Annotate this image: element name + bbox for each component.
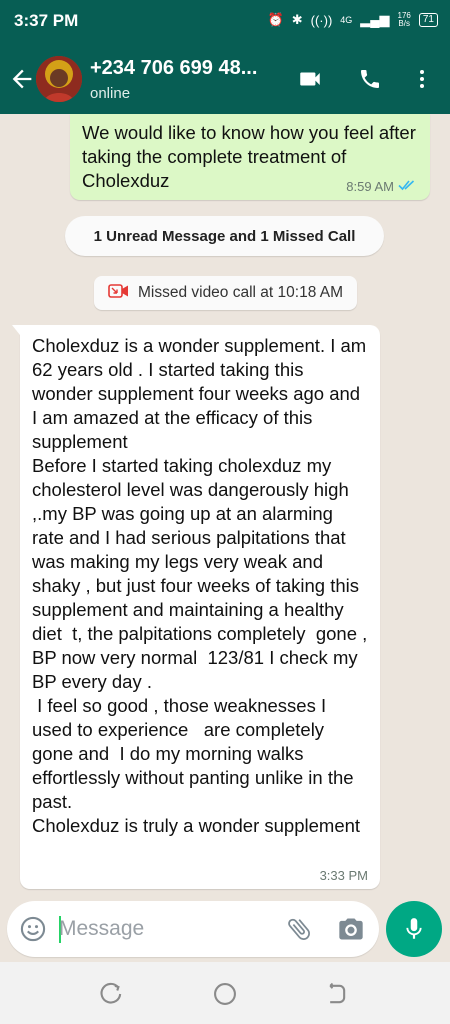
phone-icon[interactable] (356, 65, 384, 93)
incoming-message-time: 3:33 PM (319, 868, 368, 883)
contact-avatar[interactable] (36, 56, 82, 102)
microphone-icon[interactable] (386, 901, 442, 957)
missed-video-call-icon (108, 283, 130, 304)
missed-call-notice[interactable]: Missed video call at 10:18 AM (94, 276, 357, 310)
network-speed: 176 B/s (397, 11, 411, 28)
message-input[interactable] (59, 913, 259, 945)
hotspot-icon: ((·)) (310, 12, 333, 28)
contact-status: online (90, 85, 131, 102)
message-composer (7, 901, 379, 957)
outgoing-message-time: 8:59 AM (346, 179, 394, 194)
chat-area[interactable]: We would like to know how you feel after… (0, 114, 450, 899)
outgoing-message[interactable]: We would like to know how you feel after… (70, 114, 430, 200)
chat-header: +234 706 699 48... online (0, 44, 450, 114)
read-ticks-icon (398, 179, 418, 194)
battery-icon: 71 (418, 13, 438, 27)
camera-icon[interactable] (337, 915, 365, 943)
back-arrow-icon[interactable] (8, 65, 36, 93)
recent-apps-icon[interactable] (98, 980, 126, 1008)
emoji-icon[interactable] (19, 915, 47, 943)
incoming-message-meta: 3:33 PM (320, 868, 368, 883)
bluetooth-icon: ✱ (291, 12, 303, 27)
status-icons: ⏰ ✱ ((·)) 4G ▂▄▆ 176 B/s 71 (268, 12, 438, 28)
network-type: 4G (340, 15, 353, 25)
missed-call-text: Missed video call at 10:18 AM (137, 284, 344, 301)
outgoing-message-meta: 8:59 AM (346, 179, 418, 194)
home-icon[interactable] (211, 980, 239, 1008)
signal-icon: ▂▄▆ (360, 12, 390, 27)
status-time: 3:37 PM (14, 11, 79, 30)
alarm-icon: ⏰ (267, 12, 284, 27)
incoming-message-text: Cholexduz is a wonder supplement. I am 6… (32, 335, 368, 836)
message-input-bar (0, 899, 450, 962)
system-navigation-bar (0, 962, 450, 1024)
back-nav-icon[interactable] (322, 980, 350, 1008)
more-vertical-icon[interactable] (408, 65, 436, 93)
unread-messages-banner: 1 Unread Message and 1 Missed Call (65, 216, 384, 256)
video-call-icon[interactable] (296, 65, 324, 93)
contact-name[interactable]: +234 706 699 48... (90, 57, 257, 80)
status-bar: 3:37 PM ⏰ ✱ ((·)) 4G ▂▄▆ 176 B/s 71 (0, 0, 450, 44)
incoming-message[interactable]: Cholexduz is a wonder supplement. I am 6… (12, 325, 380, 889)
paperclip-icon[interactable] (285, 915, 313, 943)
